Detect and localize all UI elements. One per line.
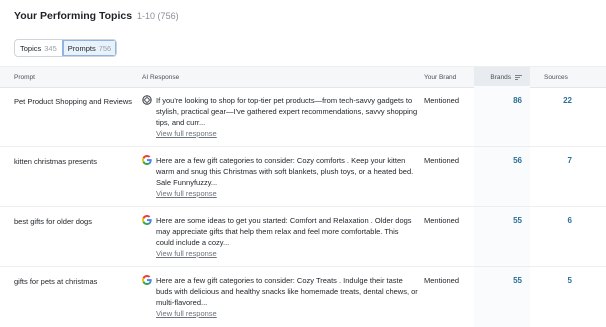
panel-header: Your Performing Topics 1-10 (756) — [14, 10, 179, 22]
brands-count[interactable]: 56 — [474, 156, 522, 165]
brands-count[interactable]: 55 — [474, 276, 522, 285]
toggle-prompts-label: Prompts — [67, 43, 96, 53]
your-brand-status: Mentioned — [424, 216, 460, 225]
column-header-your-brand[interactable]: Your Brand — [424, 67, 456, 87]
column-header-sources[interactable]: Sources — [544, 67, 568, 87]
table-header: Prompt AI Response Your Brand Brands Sou… — [0, 66, 606, 88]
your-brand-status: Mentioned — [424, 96, 460, 105]
toggle-topics-count: 345 — [44, 43, 57, 53]
panel-title: Your Performing Topics — [14, 10, 133, 22]
ai-response-text: Here are a few gift categories to consid… — [156, 156, 414, 187]
prompt-cell: Pet Product Shopping and Reviews — [14, 97, 132, 106]
sources-count[interactable]: 6 — [530, 216, 572, 225]
ai-response-text: Here are a few gift categories to consid… — [156, 276, 418, 307]
ai-response-text: Here are some ideas to get you started: … — [156, 216, 412, 247]
topics-prompts-toggle: Topics 345 Prompts 756 — [14, 39, 118, 57]
performing-topics-panel: Your Performing Topics 1-10 (756) Topics… — [0, 0, 606, 327]
prompt-cell: kitten christmas presents — [14, 157, 97, 166]
ai-response-text: If you're looking to shop for top-tier p… — [156, 96, 418, 127]
your-brand-status: Mentioned — [424, 276, 460, 285]
toggle-prompts[interactable]: Prompts 756 — [61, 40, 117, 56]
column-header-brands-label: Brands — [490, 73, 511, 81]
sources-count[interactable]: 5 — [530, 276, 572, 285]
toggle-topics-label: Topics — [20, 43, 42, 53]
google-icon — [142, 215, 152, 225]
sources-count[interactable]: 7 — [530, 156, 572, 165]
sources-count[interactable]: 22 — [530, 96, 572, 105]
toggle-topics[interactable]: Topics 345 — [15, 40, 62, 56]
ai-response-cell: Here are a few gift categories to consid… — [156, 155, 418, 200]
result-range: 1-10 (756) — [137, 11, 179, 21]
brands-count[interactable]: 86 — [474, 96, 522, 105]
table-row: gifts for pets at christmas Here are a f… — [0, 266, 606, 327]
view-full-response-link[interactable]: View full response — [156, 128, 418, 140]
prompt-cell: gifts for pets at christmas — [14, 277, 98, 286]
toggle-prompts-count: 756 — [98, 43, 112, 53]
view-full-response-link[interactable]: View full response — [156, 248, 418, 260]
ai-response-cell: If you're looking to shop for top-tier p… — [156, 95, 418, 140]
view-full-response-link[interactable]: View full response — [156, 188, 418, 200]
openai-icon — [142, 95, 152, 105]
sort-descending-icon — [515, 74, 522, 81]
table-row: Pet Product Shopping and Reviews If you'… — [0, 86, 606, 147]
column-header-brands[interactable]: Brands — [474, 67, 530, 87]
column-header-prompt[interactable]: Prompt — [14, 67, 35, 87]
column-header-ai-response[interactable]: AI Response — [142, 67, 179, 87]
google-icon — [142, 155, 152, 165]
brands-count[interactable]: 55 — [474, 216, 522, 225]
view-full-response-link[interactable]: View full response — [156, 308, 418, 320]
ai-response-cell: Here are a few gift categories to consid… — [156, 275, 418, 320]
prompt-cell: best gifts for older dogs — [14, 217, 92, 226]
google-icon — [142, 275, 152, 285]
ai-response-cell: Here are some ideas to get you started: … — [156, 215, 418, 260]
table-row: best gifts for older dogs Here are some … — [0, 206, 606, 267]
your-brand-status: Mentioned — [424, 156, 460, 165]
table-row: kitten christmas presents Here are a few… — [0, 146, 606, 207]
